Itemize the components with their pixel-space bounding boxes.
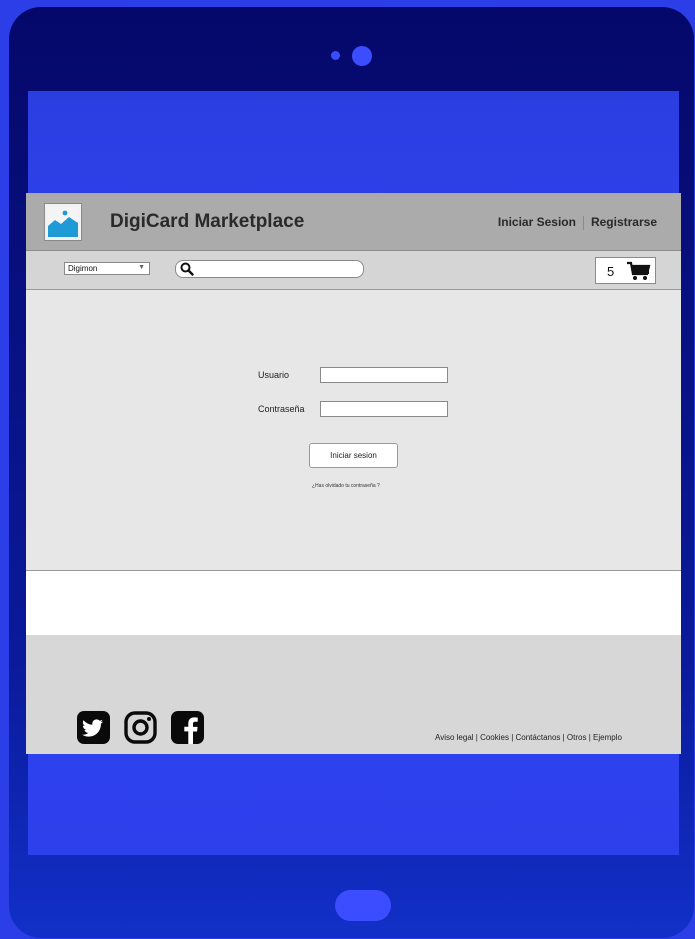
login-link[interactable]: Iniciar Sesion [498,215,576,229]
category-select-value: Digimon [68,264,98,273]
footer: Aviso legal | Cookies | Contáctanos | Ot… [26,635,681,754]
content-spacer [26,571,681,635]
password-label: Contraseña [258,404,305,414]
register-link[interactable]: Registrarse [591,215,657,229]
category-select[interactable]: Digimon ▼ [64,262,150,275]
username-field[interactable] [320,367,448,383]
logo-image-icon[interactable] [44,203,82,241]
home-button[interactable] [335,890,391,921]
app-title: DigiCard Marketplace [110,211,305,232]
login-section: Usuario Contraseña Iniciar sesion ¿Has o… [26,290,681,571]
footer-links[interactable]: Aviso legal | Cookies | Contáctanos | Ot… [435,733,622,742]
auth-links: Iniciar Sesion Registrarse [498,215,657,230]
username-label: Usuario [258,370,290,380]
cart-count: 5 [607,264,615,279]
cart-icon [627,261,651,280]
instagram-icon[interactable] [124,711,157,744]
auth-divider [582,215,584,230]
camera-dot-small [331,51,340,60]
facebook-icon[interactable] [171,711,204,744]
marketplace-app: DigiCard Marketplace Iniciar Sesion Regis… [26,193,681,754]
toolbar: Digimon ▼ 5 [26,251,681,290]
search-icon [180,262,194,276]
chevron-down-icon: ▼ [138,264,145,271]
password-field[interactable] [320,401,448,417]
twitter-icon[interactable] [77,711,110,744]
search-input[interactable] [175,260,364,278]
header-bar: DigiCard Marketplace Iniciar Sesion Regis… [26,193,681,251]
login-submit-button[interactable]: Iniciar sesion [309,443,398,468]
camera-dot-large [352,46,372,66]
forgot-password-link[interactable]: ¿Has olvidado tu contraseña ? [312,483,380,489]
cart-button[interactable]: 5 [595,257,656,284]
